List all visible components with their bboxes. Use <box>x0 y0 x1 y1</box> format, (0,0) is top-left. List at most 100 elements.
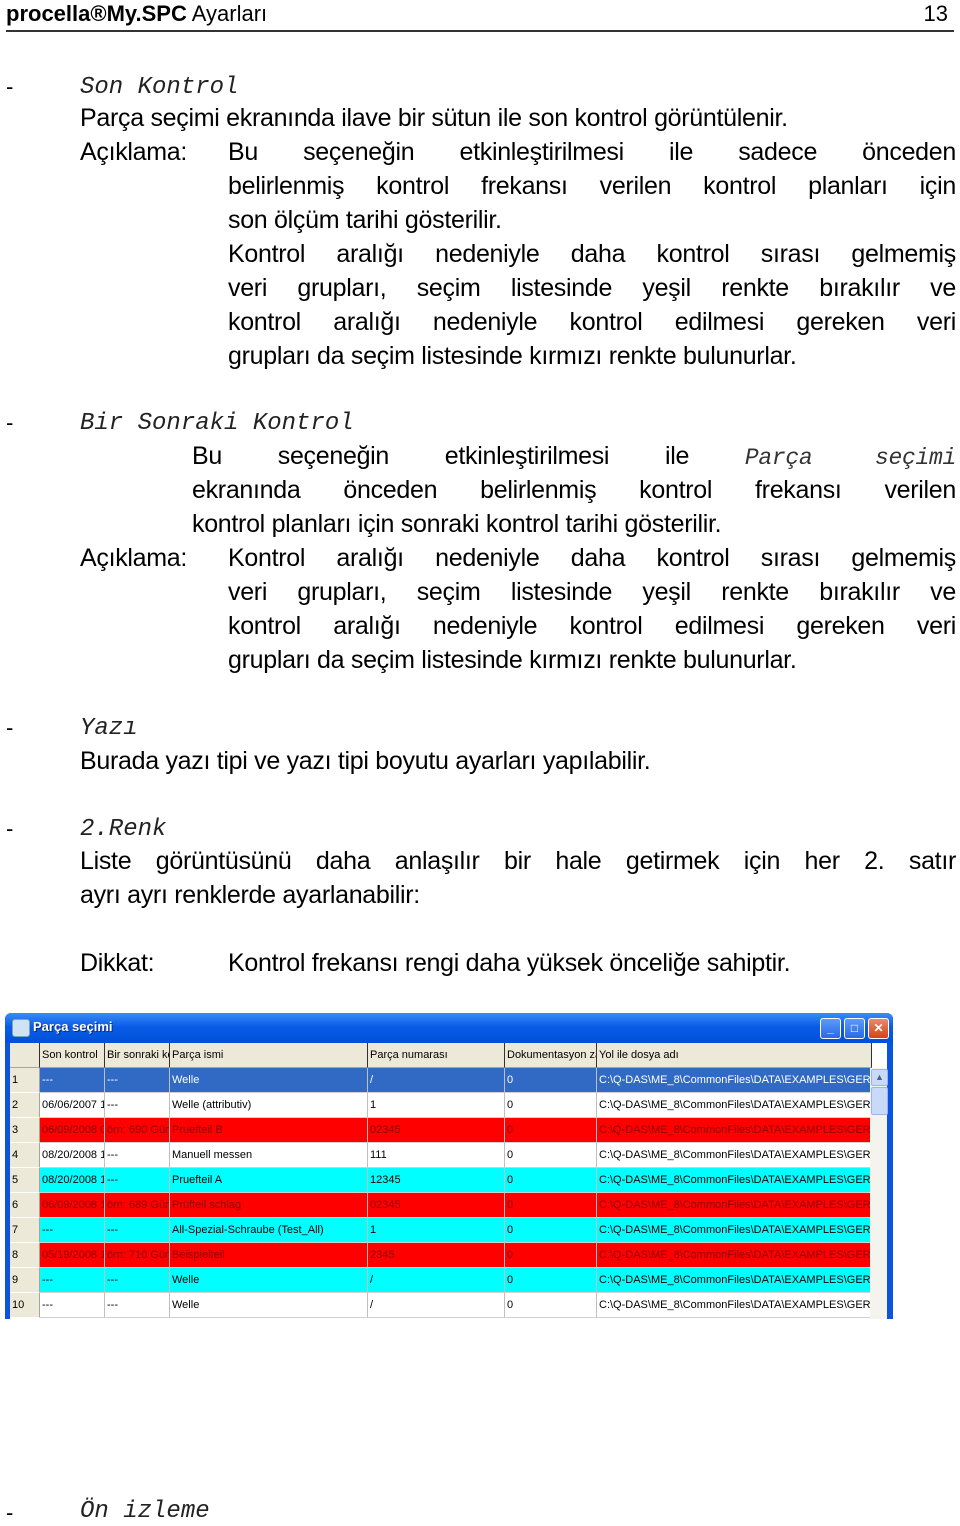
cell-parca-ismi[interactable]: Beispielteil <box>170 1243 368 1268</box>
row-number[interactable]: 3 <box>10 1118 40 1143</box>
cell-parca-numarasi[interactable]: 1 <box>368 1218 505 1243</box>
cell-bir-sonraki-kontrol[interactable]: --- <box>105 1068 170 1093</box>
row-number[interactable]: 1 <box>10 1068 40 1093</box>
row-number[interactable]: 9 <box>10 1268 40 1293</box>
text-line: Bu seçeneğin etkinleştirilmesi ile Parça… <box>192 442 956 471</box>
cell-son-kontrol[interactable]: --- <box>40 1268 105 1293</box>
table-row[interactable]: 10 --- --- Welle/0 C:\Q-DAS\ME_8\CommonFiles… <box>10 1293 872 1318</box>
cell-bir-sonraki-kontrol[interactable]: örn: 710 Gün <box>105 1243 170 1268</box>
cell-son-kontrol[interactable]: 05/19/2008 1 <box>40 1243 105 1268</box>
vertical-scrollbar[interactable]: ▲ <box>870 1068 888 1319</box>
cell-son-kontrol[interactable]: 08/20/2008 1 <box>40 1168 105 1193</box>
cell-dokumentasyon[interactable]: 0 <box>505 1293 597 1318</box>
table-row[interactable]: 5 08/20/2008 1 --- Pruefteil A 12345 0 C:\Q-DA… <box>10 1168 872 1193</box>
cell-dokumentasyon[interactable]: 0 <box>505 1093 597 1118</box>
cell-yol[interactable]: C:\Q-DAS\ME_8\CommonFiles\DATA\EXAMPLES\… <box>597 1068 872 1093</box>
cell-dokumentasyon[interactable]: 0 <box>505 1143 597 1168</box>
cell-parca-numarasi[interactable]: 12345 <box>368 1168 505 1193</box>
cell-son-kontrol[interactable]: 08/20/2008 1 <box>40 1143 105 1168</box>
cell-son-kontrol[interactable]: --- <box>40 1068 105 1093</box>
cell-son-kontrol[interactable]: 06/09/2008 1 <box>40 1193 105 1218</box>
row-number[interactable]: 2 <box>10 1093 40 1118</box>
cell-parca-numarasi[interactable]: 111 <box>368 1143 505 1168</box>
cell-yol[interactable]: C:\Q-DAS\ME_8\CommonFiles\DATA\EXAMPLES\… <box>597 1293 872 1318</box>
cell-parca-ismi[interactable]: All-Spezial-Schraube (Test_All) <box>170 1218 368 1243</box>
table-row[interactable]: 8 05/19/2008 1 örn: 710 Gün Beispielteil 234… <box>10 1243 872 1268</box>
row-number[interactable]: 10 <box>10 1293 40 1318</box>
cell-parca-ismi[interactable]: Pruefteil A <box>170 1168 368 1193</box>
section-title-son-kontrol: Son Kontrol <box>80 74 239 101</box>
cell-dokumentasyon[interactable]: 0 <box>505 1193 597 1218</box>
table-row[interactable]: 1 --- --- Welle/0 C:\Q-DAS\ME_8\CommonFiles\… <box>10 1068 872 1093</box>
cell-parca-ismi[interactable]: Manuell messen <box>170 1143 368 1168</box>
cell-yol[interactable]: C:\Q-DAS\ME_8\CommonFiles\DATA\EXAMPLES\… <box>597 1118 872 1143</box>
window-titlebar[interactable]: Parça seçimi _ □ ✕ <box>5 1013 893 1043</box>
cell-parca-numarasi[interactable]: / <box>368 1068 505 1093</box>
cell-bir-sonraki-kontrol[interactable]: --- <box>105 1268 170 1293</box>
cell-yol[interactable]: C:\Q-DAS\ME_8\CommonFiles\DATA\EXAMPLES\… <box>597 1243 872 1268</box>
cell-parca-numarasi[interactable]: 2345 <box>368 1243 505 1268</box>
cell-bir-sonraki-kontrol[interactable]: --- <box>105 1293 170 1318</box>
section-title-bir-sonraki-kontrol: Bir Sonraki Kontrol <box>80 410 354 437</box>
cell-parca-numarasi[interactable]: / <box>368 1293 505 1318</box>
cell-bir-sonraki-kontrol[interactable]: --- <box>105 1093 170 1118</box>
cell-bir-sonraki-kontrol[interactable]: örn: 689 Gün <box>105 1193 170 1218</box>
cell-bir-sonraki-kontrol[interactable]: --- <box>105 1168 170 1193</box>
column-header-yol-ile-dosya-adi[interactable]: Yol ile dosya adı <box>597 1043 872 1068</box>
cell-son-kontrol[interactable]: 06/09/2008 0 <box>40 1118 105 1143</box>
cell-bir-sonraki-kontrol[interactable]: örn: 690 Gün <box>105 1118 170 1143</box>
table-row[interactable]: 4 08/20/2008 1 --- Manuell messen 111 0 C:\Q-D… <box>10 1143 872 1168</box>
cell-parca-numarasi[interactable]: 1 <box>368 1093 505 1118</box>
cell-dokumentasyon[interactable]: 0 <box>505 1268 597 1293</box>
column-header-son-kontrol[interactable]: Son kontrol <box>40 1043 105 1068</box>
cell-parca-ismi[interactable]: Welle <box>170 1293 368 1318</box>
cell-dokumentasyon[interactable]: 0 <box>505 1068 597 1093</box>
cell-dokumentasyon[interactable]: 0 <box>505 1118 597 1143</box>
cell-yol[interactable]: C:\Q-DAS\ME_8\CommonFiles\DATA\EXAMPLES\… <box>597 1268 872 1293</box>
column-header-parca-numarasi[interactable]: Parça numarası <box>368 1043 505 1068</box>
cell-son-kontrol[interactable]: 06/06/2007 1 <box>40 1093 105 1118</box>
cell-bir-sonraki-kontrol[interactable]: --- <box>105 1143 170 1168</box>
cell-parca-ismi[interactable]: Pruefteil B <box>170 1118 368 1143</box>
window-title: Parça seçimi <box>33 1019 113 1034</box>
cell-parca-ismi[interactable]: Prüfteil schlag <box>170 1193 368 1218</box>
table-row[interactable]: 3 06/09/2008 0 örn: 690 Gün Pruefteil B 0234… <box>10 1118 872 1143</box>
row-number[interactable]: 8 <box>10 1243 40 1268</box>
cell-dokumentasyon[interactable]: 0 <box>505 1168 597 1193</box>
row-number[interactable]: 4 <box>10 1143 40 1168</box>
cell-son-kontrol[interactable]: --- <box>40 1218 105 1243</box>
table-row[interactable]: 2 06/06/2007 1 --- Welle (attributiv) 1 0 C:\Q… <box>10 1093 872 1118</box>
table-row[interactable]: 6 06/09/2008 1 örn: 689 Gün Prüfteil schlag… <box>10 1193 872 1218</box>
cell-yol[interactable]: C:\Q-DAS\ME_8\CommonFiles\DATA\EXAMPLES\… <box>597 1168 872 1193</box>
cell-yol[interactable]: C:\Q-DAS\ME_8\CommonFiles\DATA\EXAMPLES\… <box>597 1218 872 1243</box>
cell-dokumentasyon[interactable]: 0 <box>505 1243 597 1268</box>
cell-son-kontrol[interactable]: --- <box>40 1293 105 1318</box>
column-header-dokumentasyon[interactable]: Dokumentasyon zamanı <box>505 1043 597 1068</box>
bullet: - <box>6 74 14 99</box>
scroll-up-arrow-icon[interactable]: ▲ <box>871 1069 888 1086</box>
column-header-bir-sonraki-kontrol[interactable]: Bir sonraki kontrol <box>105 1043 170 1068</box>
cell-parca-ismi[interactable]: Welle (attributiv) <box>170 1093 368 1118</box>
table-row[interactable]: 9 --- --- Welle/0 C:\Q-DAS\ME_8\CommonFiles\… <box>10 1268 872 1293</box>
cell-yol[interactable]: C:\Q-DAS\ME_8\CommonFiles\DATA\EXAMPLES\… <box>597 1093 872 1118</box>
cell-parca-numarasi[interactable]: 02345 <box>368 1118 505 1143</box>
close-button[interactable]: ✕ <box>868 1018 889 1039</box>
row-number[interactable]: 5 <box>10 1168 40 1193</box>
cell-bir-sonraki-kontrol[interactable]: --- <box>105 1218 170 1243</box>
minimize-button[interactable]: _ <box>820 1018 841 1039</box>
cell-parca-numarasi[interactable]: / <box>368 1268 505 1293</box>
app-icon <box>12 1019 30 1037</box>
scroll-thumb[interactable] <box>871 1087 888 1115</box>
cell-yol[interactable]: C:\Q-DAS\ME_8\CommonFiles\DATA\EXAMPLES\… <box>597 1193 872 1218</box>
cell-parca-ismi[interactable]: Welle <box>170 1068 368 1093</box>
cell-parca-ismi[interactable]: Welle <box>170 1268 368 1293</box>
table-row[interactable]: 7 --- --- All-Spezial-Schraube (Test_All) 1 0… <box>10 1218 872 1243</box>
cell-parca-numarasi[interactable]: 02345 <box>368 1193 505 1218</box>
column-header-parca-ismi[interactable]: Parça ismi <box>170 1043 368 1068</box>
bullet: - <box>6 816 14 841</box>
row-number[interactable]: 6 <box>10 1193 40 1218</box>
row-number[interactable]: 7 <box>10 1218 40 1243</box>
cell-yol[interactable]: C:\Q-DAS\ME_8\CommonFiles\DATA\EXAMPLES\… <box>597 1143 872 1168</box>
maximize-button[interactable]: □ <box>844 1018 865 1039</box>
cell-dokumentasyon[interactable]: 0 <box>505 1218 597 1243</box>
